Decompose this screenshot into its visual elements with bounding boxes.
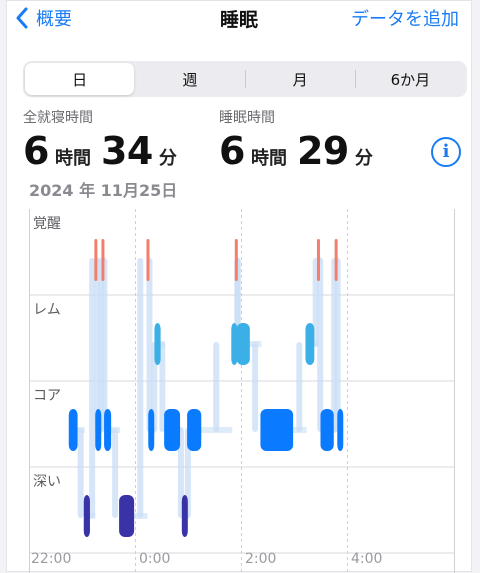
sleep-block-core — [164, 409, 181, 451]
sleep-block-rem — [154, 323, 161, 365]
time-label-0400: 4:00 — [351, 551, 383, 567]
stage-transition-line — [77, 428, 84, 518]
sleep-block-awake — [316, 239, 320, 281]
sleep-block-awake — [234, 239, 238, 281]
time-label-0200: 2:00 — [245, 551, 277, 567]
add-data-button[interactable]: データを追加 — [351, 5, 459, 31]
stage-transition-line — [112, 428, 119, 518]
stage-transition-line — [317, 258, 324, 432]
sleep-block-core — [104, 409, 112, 451]
sleep-block-rem — [231, 323, 238, 365]
info-icon: i — [442, 141, 450, 162]
stage-transition-line — [137, 258, 144, 518]
sleep-block-rem — [236, 323, 250, 365]
stage-transition-line — [89, 258, 96, 518]
total-in-bed-value: 6 時間 34 分 — [23, 129, 187, 173]
sleep-block-core — [260, 409, 294, 451]
total-in-bed-minutes: 34 — [100, 129, 153, 173]
sleep-block-core — [68, 409, 78, 451]
stage-transition-line — [296, 342, 303, 432]
sleep-stages-chart: 覚醒 レム コア 深い 22:00 0:00 2:00 4:00 — [29, 209, 455, 573]
stage-label-rem: レム — [33, 302, 61, 318]
sleep-block-core — [148, 409, 155, 451]
total-in-bed-hours-unit: 時間 — [54, 148, 91, 169]
date-label: 2024 年 11月25日 — [29, 181, 178, 200]
time-label-0000: 0:00 — [139, 551, 171, 567]
stage-label-deep: 深い — [33, 474, 61, 490]
sleep-block-awake — [94, 239, 98, 281]
hypnogram-svg — [29, 209, 455, 573]
asleep-label: 睡眠時間 — [219, 110, 275, 126]
sleep-block-core — [95, 409, 102, 451]
asleep-hours-unit: 時間 — [250, 148, 287, 169]
asleep-value: 6 時間 29 分 — [219, 129, 383, 173]
sleep-block-core — [187, 409, 202, 451]
segment-day[interactable]: 日 — [25, 63, 135, 95]
total-in-bed-hours: 6 — [23, 129, 49, 173]
info-button[interactable]: i — [431, 137, 461, 167]
sleep-block-deep — [181, 495, 188, 537]
segment-week[interactable]: 週 — [135, 63, 244, 95]
total-in-bed-minutes-unit: 分 — [158, 148, 177, 169]
stage-transition-line — [334, 258, 341, 432]
sleep-block-core — [320, 409, 334, 451]
time-label-2200: 22:00 — [31, 551, 72, 567]
range-segmented-control: 日 週 月 6か月 — [23, 61, 467, 97]
sleep-screen: 概要 睡眠 データを追加 日 週 月 6か月 全就寝時間 6 時間 34 分 睡… — [6, 0, 472, 573]
stage-transition-line — [101, 258, 108, 432]
sleep-block-awake — [101, 239, 105, 281]
segment-6-months[interactable]: 6か月 — [356, 63, 465, 95]
stage-label-core: コア — [33, 388, 61, 404]
sleep-block-rem — [305, 323, 315, 365]
sleep-block-awake — [146, 239, 150, 281]
stage-transition-line — [213, 342, 220, 432]
sleep-block-deep — [83, 495, 90, 537]
stage-label-awake: 覚醒 — [33, 216, 61, 232]
asleep-minutes-unit: 分 — [354, 148, 373, 169]
asleep-minutes: 29 — [296, 129, 349, 173]
asleep-hours: 6 — [219, 129, 245, 173]
segment-month[interactable]: 月 — [246, 63, 355, 95]
stage-transition-line — [252, 342, 259, 432]
sleep-block-core — [337, 409, 344, 451]
sleep-block-awake — [334, 239, 338, 281]
total-in-bed-label: 全就寝時間 — [23, 110, 93, 126]
sleep-block-deep — [119, 495, 135, 537]
